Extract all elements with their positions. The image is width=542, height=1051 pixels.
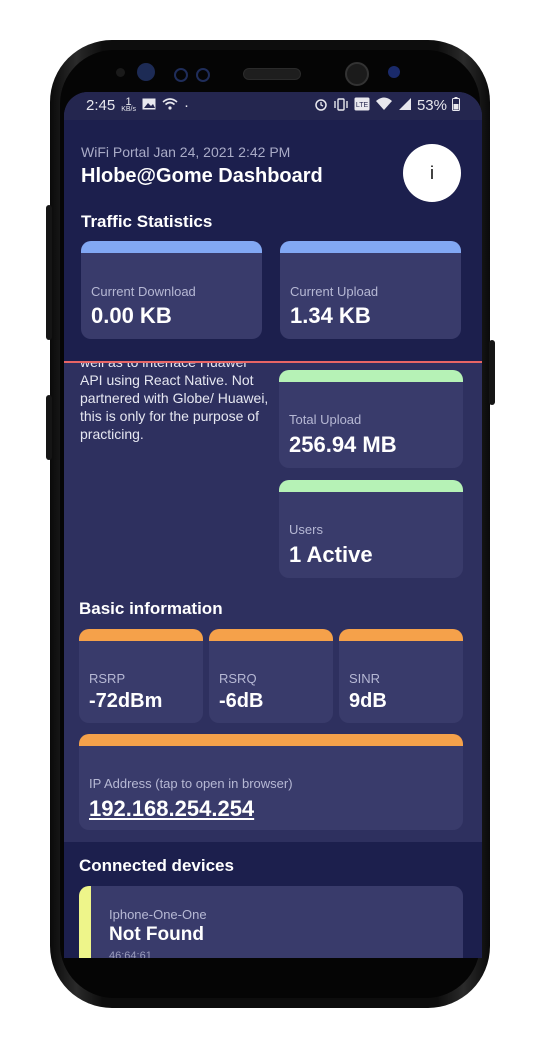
- total-upload-value: 256.94 MB: [289, 432, 397, 457]
- ip-address-link[interactable]: 192.168.254.254: [89, 796, 254, 822]
- sinr-card: SINR 9dB: [339, 629, 463, 723]
- card-accent-bar: [339, 629, 463, 641]
- card-accent-bar: [279, 480, 463, 492]
- dashboard-header: WiFi Portal Jan 24, 2021 2:42 PM Hlobe@G…: [64, 120, 482, 361]
- power-button: [489, 340, 495, 405]
- current-upload-value: 1.34 KB: [290, 303, 371, 328]
- connected-devices-title: Connected devices: [79, 856, 234, 875]
- device-status: Not Found: [109, 924, 204, 945]
- screen: 2:45 1 KB/s · LTE 53% WiFi Portal Jan 24…: [64, 92, 482, 958]
- iris-sensor: [137, 63, 155, 81]
- card-accent-bar: [280, 241, 461, 253]
- earpiece-speaker: [243, 68, 301, 80]
- status-time: 2:45: [86, 97, 116, 114]
- wifi-icon: [375, 97, 393, 114]
- battery-percent: 53%: [416, 97, 447, 114]
- basic-information-title: Basic information: [79, 599, 223, 618]
- card-accent-bar: [81, 241, 262, 253]
- users-card: Users 1 Active: [279, 480, 463, 578]
- rsrp-label: RSRP: [89, 671, 126, 686]
- battery-icon: [452, 97, 460, 114]
- card-accent-bar: [279, 370, 463, 382]
- current-upload-card: Current Upload 1.34 KB: [280, 241, 461, 339]
- users-value: 1 Active: [289, 542, 373, 567]
- ip-address-label: IP Address (tap to open in browser): [89, 776, 293, 791]
- rsrp-value: -72dBm: [89, 690, 163, 712]
- gallery-icon: [142, 98, 156, 113]
- device-accent-bar: [79, 886, 91, 958]
- rsrp-card: RSRP -72dBm: [79, 629, 203, 723]
- app-container: WiFi Portal Jan 24, 2021 2:42 PM Hlobe@G…: [64, 120, 482, 958]
- info-button[interactable]: i: [403, 144, 461, 202]
- current-download-card: Current Download 0.00 KB: [81, 241, 262, 339]
- traffic-statistics-title: Traffic Statistics: [81, 212, 213, 231]
- current-download-label: Current Download: [91, 284, 196, 299]
- card-accent-bar: [79, 734, 463, 746]
- volte-icon: LTE: [354, 97, 370, 114]
- signal-icon: [398, 97, 412, 114]
- device-card[interactable]: Iphone-One-One Not Found 46:64:61: [79, 886, 463, 958]
- front-camera: [345, 62, 369, 86]
- header-divider: [64, 361, 482, 363]
- network-speed: 1: [125, 95, 132, 108]
- portal-timestamp: WiFi Portal Jan 24, 2021 2:42 PM: [81, 144, 291, 160]
- total-upload-label: Total Upload: [289, 412, 362, 427]
- sensor-dot: [116, 68, 125, 77]
- rsrq-value: -6dB: [219, 690, 264, 712]
- page-title: Hlobe@Gome Dashboard: [81, 165, 323, 187]
- svg-text:LTE: LTE: [356, 102, 369, 109]
- wifi-question-icon: [162, 97, 178, 114]
- status-dot: ·: [184, 97, 189, 114]
- rsrq-card: RSRQ -6dB: [209, 629, 333, 723]
- sinr-value: 9dB: [349, 690, 387, 712]
- device-mac: 46:64:61: [109, 950, 152, 958]
- scroll-content[interactable]: well as to interface Huawei API using Re…: [64, 361, 482, 958]
- status-bar: 2:45 1 KB/s · LTE 53%: [64, 92, 482, 120]
- alarm-icon: [314, 97, 328, 114]
- sinr-label: SINR: [349, 671, 381, 686]
- vibrate-icon: [333, 97, 349, 114]
- about-text: well as to interface Huawei API using Re…: [80, 361, 269, 442]
- proximity-sensor: [174, 68, 188, 82]
- volume-button: [46, 395, 52, 460]
- device-name: Iphone-One-One: [109, 907, 207, 922]
- bixby-button: [46, 205, 52, 340]
- ip-address-card[interactable]: IP Address (tap to open in browser) 192.…: [79, 734, 463, 830]
- camera-lens: [388, 66, 400, 78]
- connected-devices-section: Connected devices Iphone-One-One Not Fou…: [64, 842, 482, 958]
- light-sensor: [196, 68, 210, 82]
- card-accent-bar: [79, 629, 203, 641]
- card-accent-bar: [209, 629, 333, 641]
- network-speed-unit: KB/s: [121, 105, 136, 113]
- total-upload-card: Total Upload 256.94 MB: [279, 370, 463, 468]
- current-upload-label: Current Upload: [290, 284, 379, 299]
- users-label: Users: [289, 522, 323, 537]
- rsrq-label: RSRQ: [219, 671, 257, 686]
- current-download-value: 0.00 KB: [91, 303, 172, 328]
